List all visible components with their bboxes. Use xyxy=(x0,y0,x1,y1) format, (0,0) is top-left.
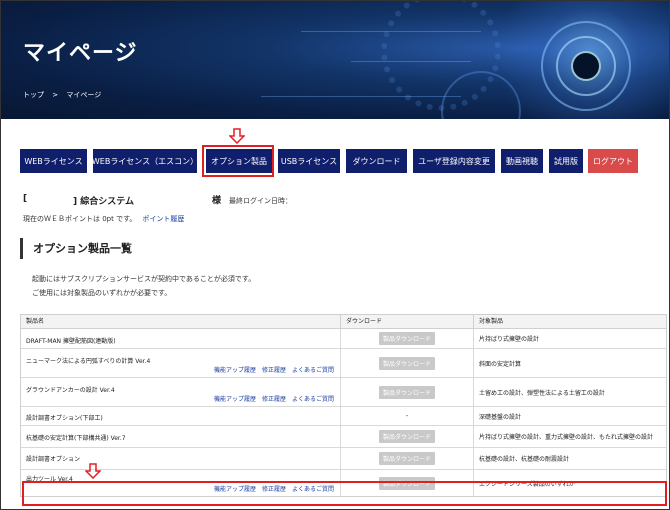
points-text: 現在のＷＥＢポイントは 0pt です。 xyxy=(23,215,137,223)
table-row: 杭基礎の安定計算(下部構共通) Ver.7 製品ダウンロード 片持ばり式擁壁の設… xyxy=(21,426,666,448)
target-product: 斜面の安定計算 xyxy=(479,360,522,368)
points-info: 現在のＷＥＢポイントは 0pt です。 ポイント履歴 xyxy=(23,214,184,224)
target-product: 片持ばり式擁壁の設計、重力式擁壁の設計、もたれ式擁壁の設計 xyxy=(479,434,654,441)
download-unavailable: - xyxy=(405,412,409,420)
table-row: 設計調書オプション(下部工) - 深礎基盤の設計 xyxy=(21,407,666,426)
product-name: 杭基礎の安定計算(下部構共通) Ver.7 xyxy=(26,435,126,442)
target-product: 土留め工の設計、弾塑性法による土留工の設計 xyxy=(479,389,605,397)
products-table: 製品名 ダウンロード 対象製品 DRAFT-MAN 擁壁配筋図(連動版) 製品ダ… xyxy=(20,314,667,497)
feature-history-link[interactable]: 機能アップ履歴 xyxy=(214,367,256,374)
table-row: ニューマーク法による円弧すべりの計算 Ver.4 機能アップ履歴 修正履歴 よくある… xyxy=(21,349,666,378)
notes: 起動にはサブスクリプションサービスが契約中であることが必須です。 ご使用には対象… xyxy=(32,272,255,300)
header-download: ダウンロード xyxy=(341,315,474,328)
download-button[interactable]: 製品ダウンロード xyxy=(379,452,435,465)
points-history-link[interactable]: ポイント履歴 xyxy=(142,215,184,223)
last-login-label: 最終ログイン日時： xyxy=(229,197,292,205)
header-target: 対象製品 xyxy=(479,318,504,325)
product-name: ニューマーク法による円弧すべりの計算 Ver.4 xyxy=(26,358,151,365)
banner-line xyxy=(261,96,461,97)
fix-history-link[interactable]: 修正履歴 xyxy=(262,396,286,403)
breadcrumb-separator: > xyxy=(52,91,59,99)
honorific: 様 xyxy=(212,196,222,206)
breadcrumb-home-link[interactable]: トップ xyxy=(23,91,44,99)
table-row: グラウンドアンカーの設計 Ver.4 機能アップ履歴 修正履歴 よくあるご質問 製品… xyxy=(21,378,666,407)
nav-download[interactable]: ダウンロード xyxy=(346,149,407,173)
breadcrumb: トップ > マイページ xyxy=(23,90,107,100)
section-title: オプション製品一覧 xyxy=(20,238,132,259)
nav-web-license-escon[interactable]: WEBライセンス（エスコン） xyxy=(92,149,198,173)
download-button[interactable]: 製品ダウンロード xyxy=(379,356,435,370)
row-highlight-box xyxy=(22,481,667,506)
table-header: 製品名 ダウンロード 対象製品 xyxy=(21,315,666,329)
page-title: マイページ xyxy=(23,41,138,66)
nav-video[interactable]: 動画視聴 xyxy=(501,149,543,173)
faq-link[interactable]: よくあるご質問 xyxy=(292,396,334,403)
nav-web-license[interactable]: WEBライセンス xyxy=(20,149,87,173)
arrow-down-icon xyxy=(85,463,101,479)
faq-link[interactable]: よくあるご質問 xyxy=(292,367,334,374)
nav-highlight-box xyxy=(202,145,274,177)
banner-line xyxy=(301,31,481,32)
table-row: DRAFT-MAN 擁壁配筋図(連動版) 製品ダウンロード 片持ばり式擁壁の設計 xyxy=(21,329,666,349)
nav-user-registration[interactable]: ユーザ登録内容変更 xyxy=(413,149,495,173)
header-banner: マイページ トップ > マイページ xyxy=(1,1,669,119)
target-product: 深礎基盤の設計 xyxy=(479,413,522,421)
note-line: ご使用には対象製品のいずれかが必要です。 xyxy=(32,289,172,297)
product-name: DRAFT-MAN 擁壁配筋図(連動版) xyxy=(26,338,116,345)
target-product: 杭基礎の設計、杭基礎の耐震設計 xyxy=(479,456,570,463)
system-name: ] 綜合システム xyxy=(73,197,134,207)
nav-usb-license[interactable]: USBライセンス xyxy=(278,149,340,173)
download-button[interactable]: 製品ダウンロード xyxy=(379,430,435,443)
table-row: 設計調書オプション 製品ダウンロード 杭基礎の設計、杭基礎の耐震設計 xyxy=(21,448,666,470)
breadcrumb-current: マイページ xyxy=(66,91,102,99)
banner-line xyxy=(351,61,471,62)
fix-history-link[interactable]: 修正履歴 xyxy=(262,367,286,374)
bracket-open: [ xyxy=(23,194,28,204)
row-links: 機能アップ履歴 修正履歴 よくあるご質問 xyxy=(208,365,334,374)
arrow-down-icon xyxy=(229,128,245,144)
header-product-name: 製品名 xyxy=(21,315,341,328)
download-button[interactable]: 製品ダウンロード xyxy=(379,332,435,345)
banner-ring xyxy=(571,51,601,81)
logout-button[interactable]: ログアウト xyxy=(588,149,638,173)
row-links: 機能アップ履歴 修正履歴 よくあるご質問 xyxy=(208,394,334,403)
target-product: 片持ばり式擁壁の設計 xyxy=(479,336,540,343)
download-button[interactable]: 製品ダウンロード xyxy=(379,385,435,399)
feature-history-link[interactable]: 機能アップ履歴 xyxy=(214,396,256,403)
nav-trial[interactable]: 試用版 xyxy=(549,149,583,173)
product-name: グラウンドアンカーの設計 Ver.4 xyxy=(26,387,115,394)
note-line: 起動にはサブスクリプションサービスが契約中であることが必須です。 xyxy=(32,275,256,283)
product-name: 設計調書オプション xyxy=(26,456,81,463)
product-name: 設計調書オプション(下部工) xyxy=(26,415,103,422)
